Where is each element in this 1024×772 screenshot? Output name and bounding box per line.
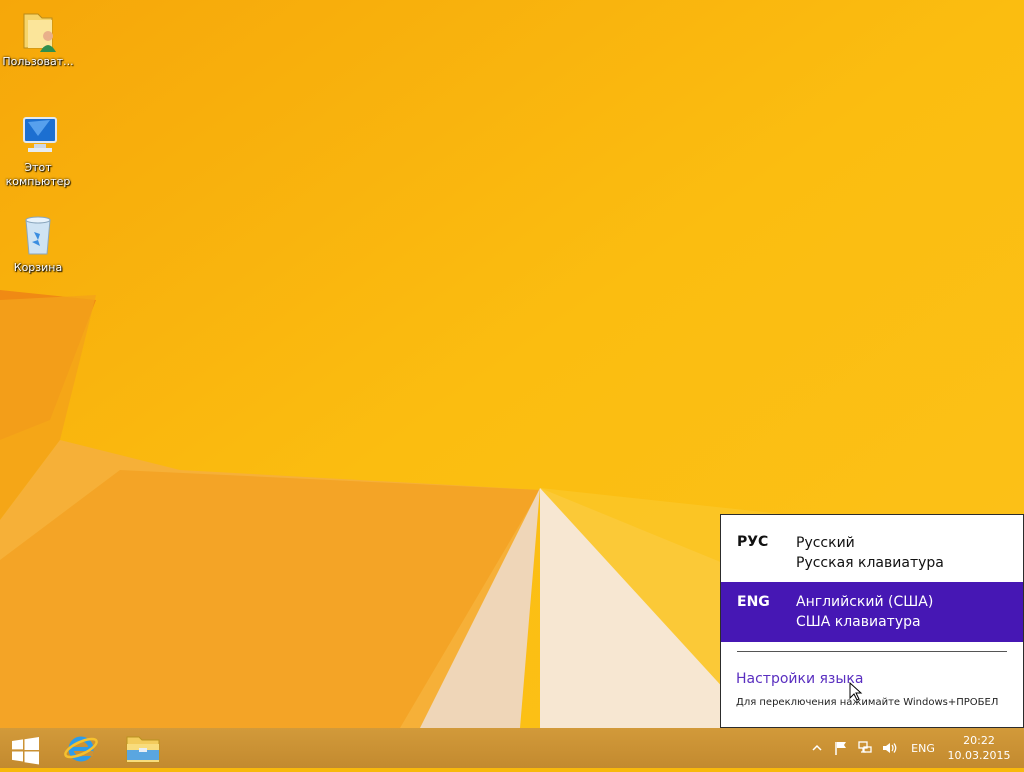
- desktop-icon-recycle-bin[interactable]: Корзина: [0, 212, 76, 275]
- file-explorer-button[interactable]: [115, 728, 171, 768]
- speaker-icon: [883, 743, 897, 753]
- start-button[interactable]: [0, 728, 56, 768]
- desktop-icon-label: Пользоват...: [2, 55, 74, 68]
- mouse-pointer-icon: [849, 682, 863, 701]
- desktop-icon-user-folder[interactable]: Пользоват...: [0, 6, 76, 69]
- language-code: РУС: [737, 534, 769, 550]
- language-name: Русский: [796, 535, 855, 551]
- language-name: Английский (США): [796, 594, 934, 610]
- language-code: ENG: [737, 594, 770, 610]
- user-folder-icon: [23, 13, 56, 52]
- language-flyout: РУС Русский Русская клавиатура ENG Англи…: [720, 514, 1024, 728]
- desktop-icon-this-pc[interactable]: Этот компьютер: [0, 112, 76, 189]
- network-button[interactable]: [854, 728, 876, 768]
- volume-button[interactable]: [878, 728, 900, 768]
- file-explorer-icon: [126, 736, 160, 763]
- clock-date: 10.03.2015: [947, 749, 1011, 762]
- windows-logo-icon: [12, 737, 39, 765]
- input-language-indicator[interactable]: ENG: [903, 728, 943, 768]
- clock-time: 20:22: [963, 734, 995, 747]
- switch-hint: Для переключения нажимайте Windows+ПРОБЕ…: [736, 697, 999, 708]
- internet-explorer-button[interactable]: [55, 728, 111, 768]
- language-settings-link[interactable]: Настройки языка: [736, 671, 863, 687]
- taskbar: ENG 20:22 10.03.2015: [0, 728, 1024, 768]
- recycle-bin-icon: [25, 216, 51, 255]
- show-hidden-icons-button[interactable]: [808, 728, 826, 768]
- flyout-divider: [737, 651, 1007, 652]
- language-option-ru[interactable]: РУС Русский Русская клавиатура: [721, 515, 1023, 575]
- desktop-icon-label: Этот компьютер: [5, 161, 71, 188]
- flag-icon: [835, 742, 846, 755]
- language-option-en[interactable]: ENG Английский (США) США клавиатура: [721, 582, 1023, 642]
- network-icon: [858, 741, 872, 753]
- computer-icon: [23, 117, 57, 152]
- keyboard-layout: США клавиатура: [796, 614, 921, 630]
- keyboard-layout: Русская клавиатура: [796, 555, 944, 571]
- action-center-button[interactable]: [830, 728, 852, 768]
- clock[interactable]: 20:22 10.03.2015: [944, 733, 1014, 763]
- internet-explorer-icon: [64, 736, 98, 762]
- chevron-up-icon: [812, 744, 822, 751]
- desktop-icon-label: Корзина: [13, 261, 63, 274]
